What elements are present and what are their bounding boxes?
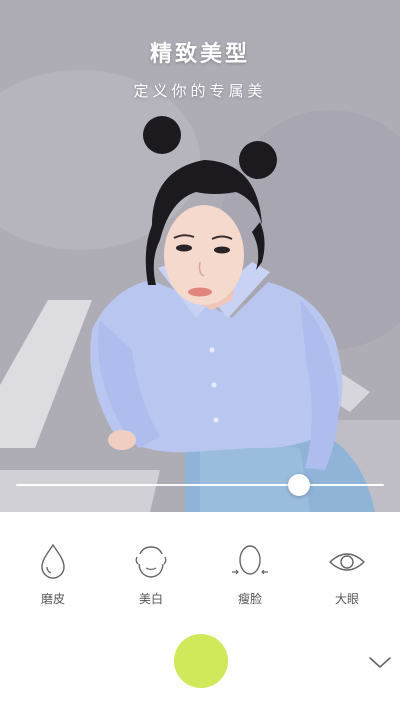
chevron-down-icon[interactable] <box>366 652 394 672</box>
face-icon <box>135 546 167 578</box>
tool-label: 大眼 <box>334 592 359 606</box>
beauty-camera-screen: 精致美型 定义你的专属美 磨皮 美白 瘦脸 大眼 <box>0 0 400 710</box>
slider-track[interactable] <box>16 484 384 486</box>
slim-face-icon <box>232 545 268 575</box>
hero-subtitle: 定义你的专属美 <box>133 82 267 100</box>
eye-icon <box>328 553 366 571</box>
tool-label: 磨皮 <box>40 592 65 606</box>
tool-slim-face[interactable]: 瘦脸 <box>220 542 280 607</box>
tool-whiten[interactable]: 美白 <box>121 542 181 607</box>
portrait-photo <box>0 0 400 512</box>
shutter-button[interactable] <box>174 634 228 688</box>
tool-smooth-skin[interactable]: 磨皮 <box>23 542 83 607</box>
hero-title: 精致美型 <box>149 42 250 67</box>
tool-big-eyes[interactable]: 大眼 <box>317 542 377 607</box>
slider-thumb[interactable] <box>288 474 311 496</box>
beauty-tools-panel: 磨皮 美白 瘦脸 大眼 <box>0 512 400 710</box>
water-drop-icon <box>41 543 65 579</box>
tool-label: 美白 <box>138 592 163 606</box>
tool-label: 瘦脸 <box>237 592 262 606</box>
beauty-tools-row: 磨皮 美白 瘦脸 大眼 <box>0 542 400 612</box>
intensity-slider[interactable] <box>16 472 384 498</box>
camera-preview: 精致美型 定义你的专属美 <box>0 0 400 512</box>
